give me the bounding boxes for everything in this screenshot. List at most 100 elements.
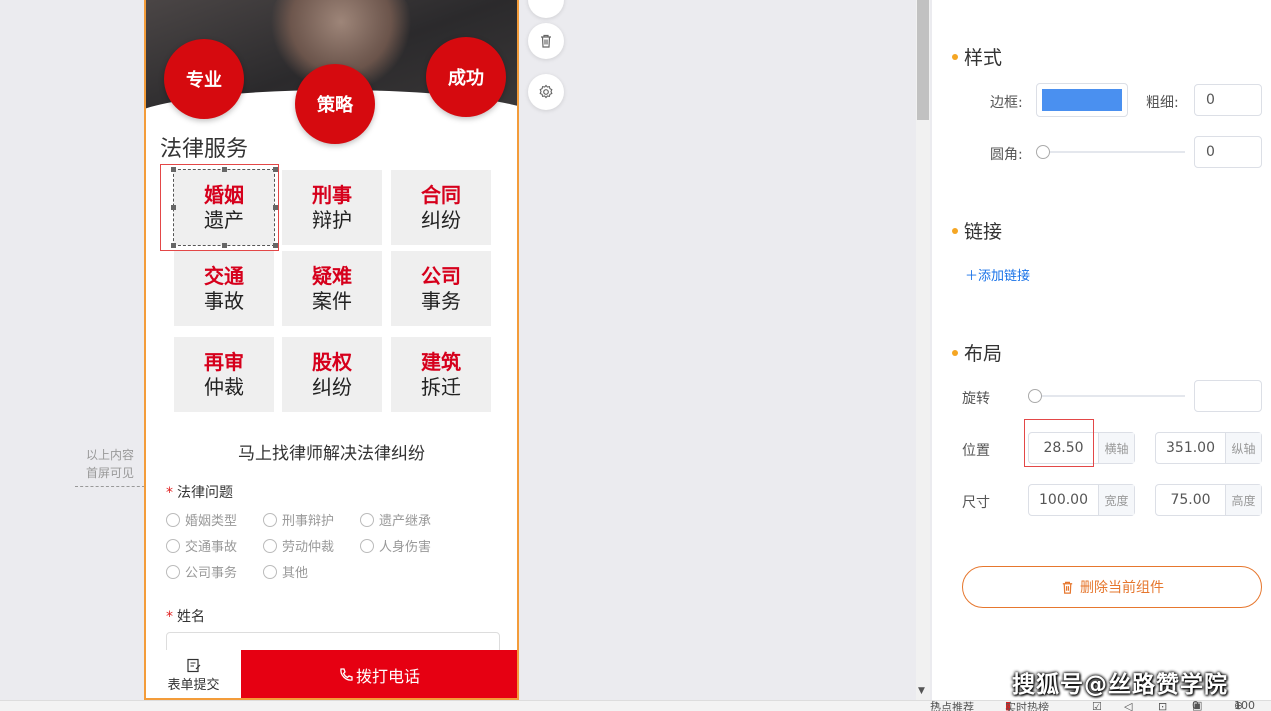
- position-y-input[interactable]: 351.00 纵轴: [1155, 432, 1262, 464]
- resize-handle[interactable]: [273, 167, 278, 172]
- radio-circle-icon: [360, 538, 374, 553]
- radio-option[interactable]: 公司事务: [166, 562, 237, 581]
- delete-component-button[interactable]: 删除当前组件: [962, 566, 1262, 608]
- submit-label: 表单提交: [167, 677, 220, 693]
- radio-option[interactable]: 婚姻类型: [166, 510, 237, 529]
- name-label-text: 姓名: [177, 609, 205, 625]
- radio-label: 刑事辩护: [282, 514, 335, 529]
- copy-tool-button[interactable]: [528, 0, 564, 18]
- radius-slider[interactable]: [1042, 151, 1185, 153]
- question-label-text: 法律问题: [177, 485, 233, 501]
- thickness-input[interactable]: 0: [1194, 84, 1262, 116]
- resize-handle[interactable]: [273, 243, 278, 248]
- badge-count: 0: [1192, 699, 1199, 711]
- radio-option[interactable]: 刑事辩护: [263, 510, 334, 529]
- volume-icon[interactable]: ◁: [1124, 700, 1132, 711]
- zoom-value: 100: [1234, 699, 1255, 711]
- position-label: 位置: [962, 443, 990, 459]
- rotate-label: 旋转: [962, 391, 990, 407]
- resize-handle[interactable]: [273, 205, 278, 210]
- service-subtitle: 事故: [204, 288, 244, 313]
- service-item[interactable]: 公司 事务: [391, 251, 491, 326]
- section-title: 法律服务: [160, 137, 249, 162]
- rotate-slider-knob[interactable]: [1028, 389, 1042, 403]
- service-title: 疑难: [312, 263, 352, 288]
- resize-handle[interactable]: [171, 167, 176, 172]
- radius-slider-knob[interactable]: [1036, 145, 1050, 159]
- service-item[interactable]: 再审 仲裁: [174, 337, 274, 412]
- radio-option[interactable]: 劳动仲裁: [263, 536, 334, 555]
- height-value[interactable]: 75.00: [1156, 485, 1225, 515]
- resize-handle[interactable]: [222, 167, 227, 172]
- circle-badge-2[interactable]: 策略: [295, 64, 375, 144]
- fold-note-line1: 以上内容: [85, 448, 134, 462]
- border-color-picker[interactable]: [1036, 83, 1128, 117]
- width-value[interactable]: 100.00: [1029, 485, 1098, 515]
- radio-option[interactable]: 其他: [263, 562, 308, 581]
- annotation-highlight-box: [1024, 419, 1094, 467]
- position-y-value[interactable]: 351.00: [1156, 433, 1225, 463]
- radio-circle-icon: [263, 564, 277, 579]
- rotate-slider[interactable]: [1034, 395, 1185, 397]
- phone-icon: [340, 668, 353, 681]
- call-button[interactable]: 拨打电话: [241, 650, 517, 698]
- service-item[interactable]: 刑事 辩护: [282, 170, 382, 245]
- radio-label: 交通事故: [185, 540, 238, 555]
- service-title: 再审: [204, 349, 244, 374]
- service-subtitle: 事务: [421, 288, 461, 313]
- add-link-button[interactable]: ＋添加链接: [965, 265, 1030, 284]
- resize-handle[interactable]: [171, 205, 176, 210]
- fold-note: 以上内容 首屏可见: [78, 446, 142, 482]
- settings-tool-button[interactable]: [528, 74, 564, 110]
- style-title-text: 样式: [964, 47, 1003, 69]
- service-subtitle: 拆迁: [421, 374, 461, 399]
- selection-frame[interactable]: [173, 169, 275, 246]
- radio-circle-icon: [263, 512, 277, 527]
- rotate-input[interactable]: [1194, 380, 1262, 412]
- radio-label: 人身伤害: [379, 540, 432, 555]
- height-input[interactable]: 75.00 高度: [1155, 484, 1262, 516]
- radio-option[interactable]: 人身伤害: [360, 536, 431, 555]
- service-title: 公司: [421, 263, 461, 288]
- radio-label: 劳动仲裁: [282, 540, 335, 555]
- check-icon[interactable]: ☑: [1092, 700, 1102, 711]
- position-x-suffix: 横轴: [1098, 433, 1134, 463]
- service-subtitle: 纠纷: [421, 207, 461, 232]
- canvas-scrollbar[interactable]: ▼: [916, 0, 930, 700]
- service-item[interactable]: 交通 事故: [174, 251, 274, 326]
- radio-option[interactable]: 遗产继承: [360, 510, 431, 529]
- service-item[interactable]: 股权 纠纷: [282, 337, 382, 412]
- form-icon: [186, 658, 200, 672]
- radio-label: 婚姻类型: [185, 514, 238, 529]
- service-subtitle: 仲裁: [204, 374, 244, 399]
- watermark: 搜狐号@丝路赞学院: [1012, 672, 1228, 698]
- circle-label: 专业: [186, 70, 222, 91]
- question-label: * 法律问题: [166, 482, 233, 502]
- phone-preview: 专业 策略 成功 法律服务 婚姻 遗产 刑事 辩护 合同 纠纷 交通 事故 疑难 案件 公…: [144, 0, 519, 700]
- download-icon[interactable]: ⊡: [1158, 700, 1167, 711]
- width-input[interactable]: 100.00 宽度: [1028, 484, 1135, 516]
- resize-handle[interactable]: [171, 243, 176, 248]
- radio-option[interactable]: 交通事故: [166, 536, 237, 555]
- form-submit-button[interactable]: 表单提交: [146, 650, 241, 698]
- service-item[interactable]: 疑难 案件: [282, 251, 382, 326]
- delete-tool-button[interactable]: [528, 23, 564, 59]
- circle-label: 成功: [448, 68, 484, 89]
- layout-title-text: 布局: [964, 343, 1003, 365]
- resize-handle[interactable]: [222, 243, 227, 248]
- scroll-down-arrow-icon[interactable]: ▼: [918, 686, 925, 696]
- service-subtitle: 纠纷: [312, 374, 352, 399]
- service-item[interactable]: 合同 纠纷: [391, 170, 491, 245]
- border-label: 边框:: [990, 95, 1023, 111]
- service-item[interactable]: 建筑 拆迁: [391, 337, 491, 412]
- radius-input[interactable]: 0: [1194, 136, 1262, 168]
- circle-badge-3[interactable]: 成功: [426, 37, 506, 117]
- radio-label: 遗产继承: [379, 514, 432, 529]
- scroll-thumb[interactable]: [917, 0, 929, 120]
- browser-status-bar: ⚐ 热点推荐 ▮ 实时热榜 ☑ ◁ ⊡ ▣ 0 ⊕ 100: [0, 699, 1271, 711]
- plus-icon: ＋: [965, 269, 979, 284]
- required-mark: *: [166, 485, 173, 501]
- circle-badge-1[interactable]: 专业: [164, 39, 244, 119]
- bullet-dot-icon: [952, 349, 958, 356]
- position-y-suffix: 纵轴: [1225, 433, 1261, 463]
